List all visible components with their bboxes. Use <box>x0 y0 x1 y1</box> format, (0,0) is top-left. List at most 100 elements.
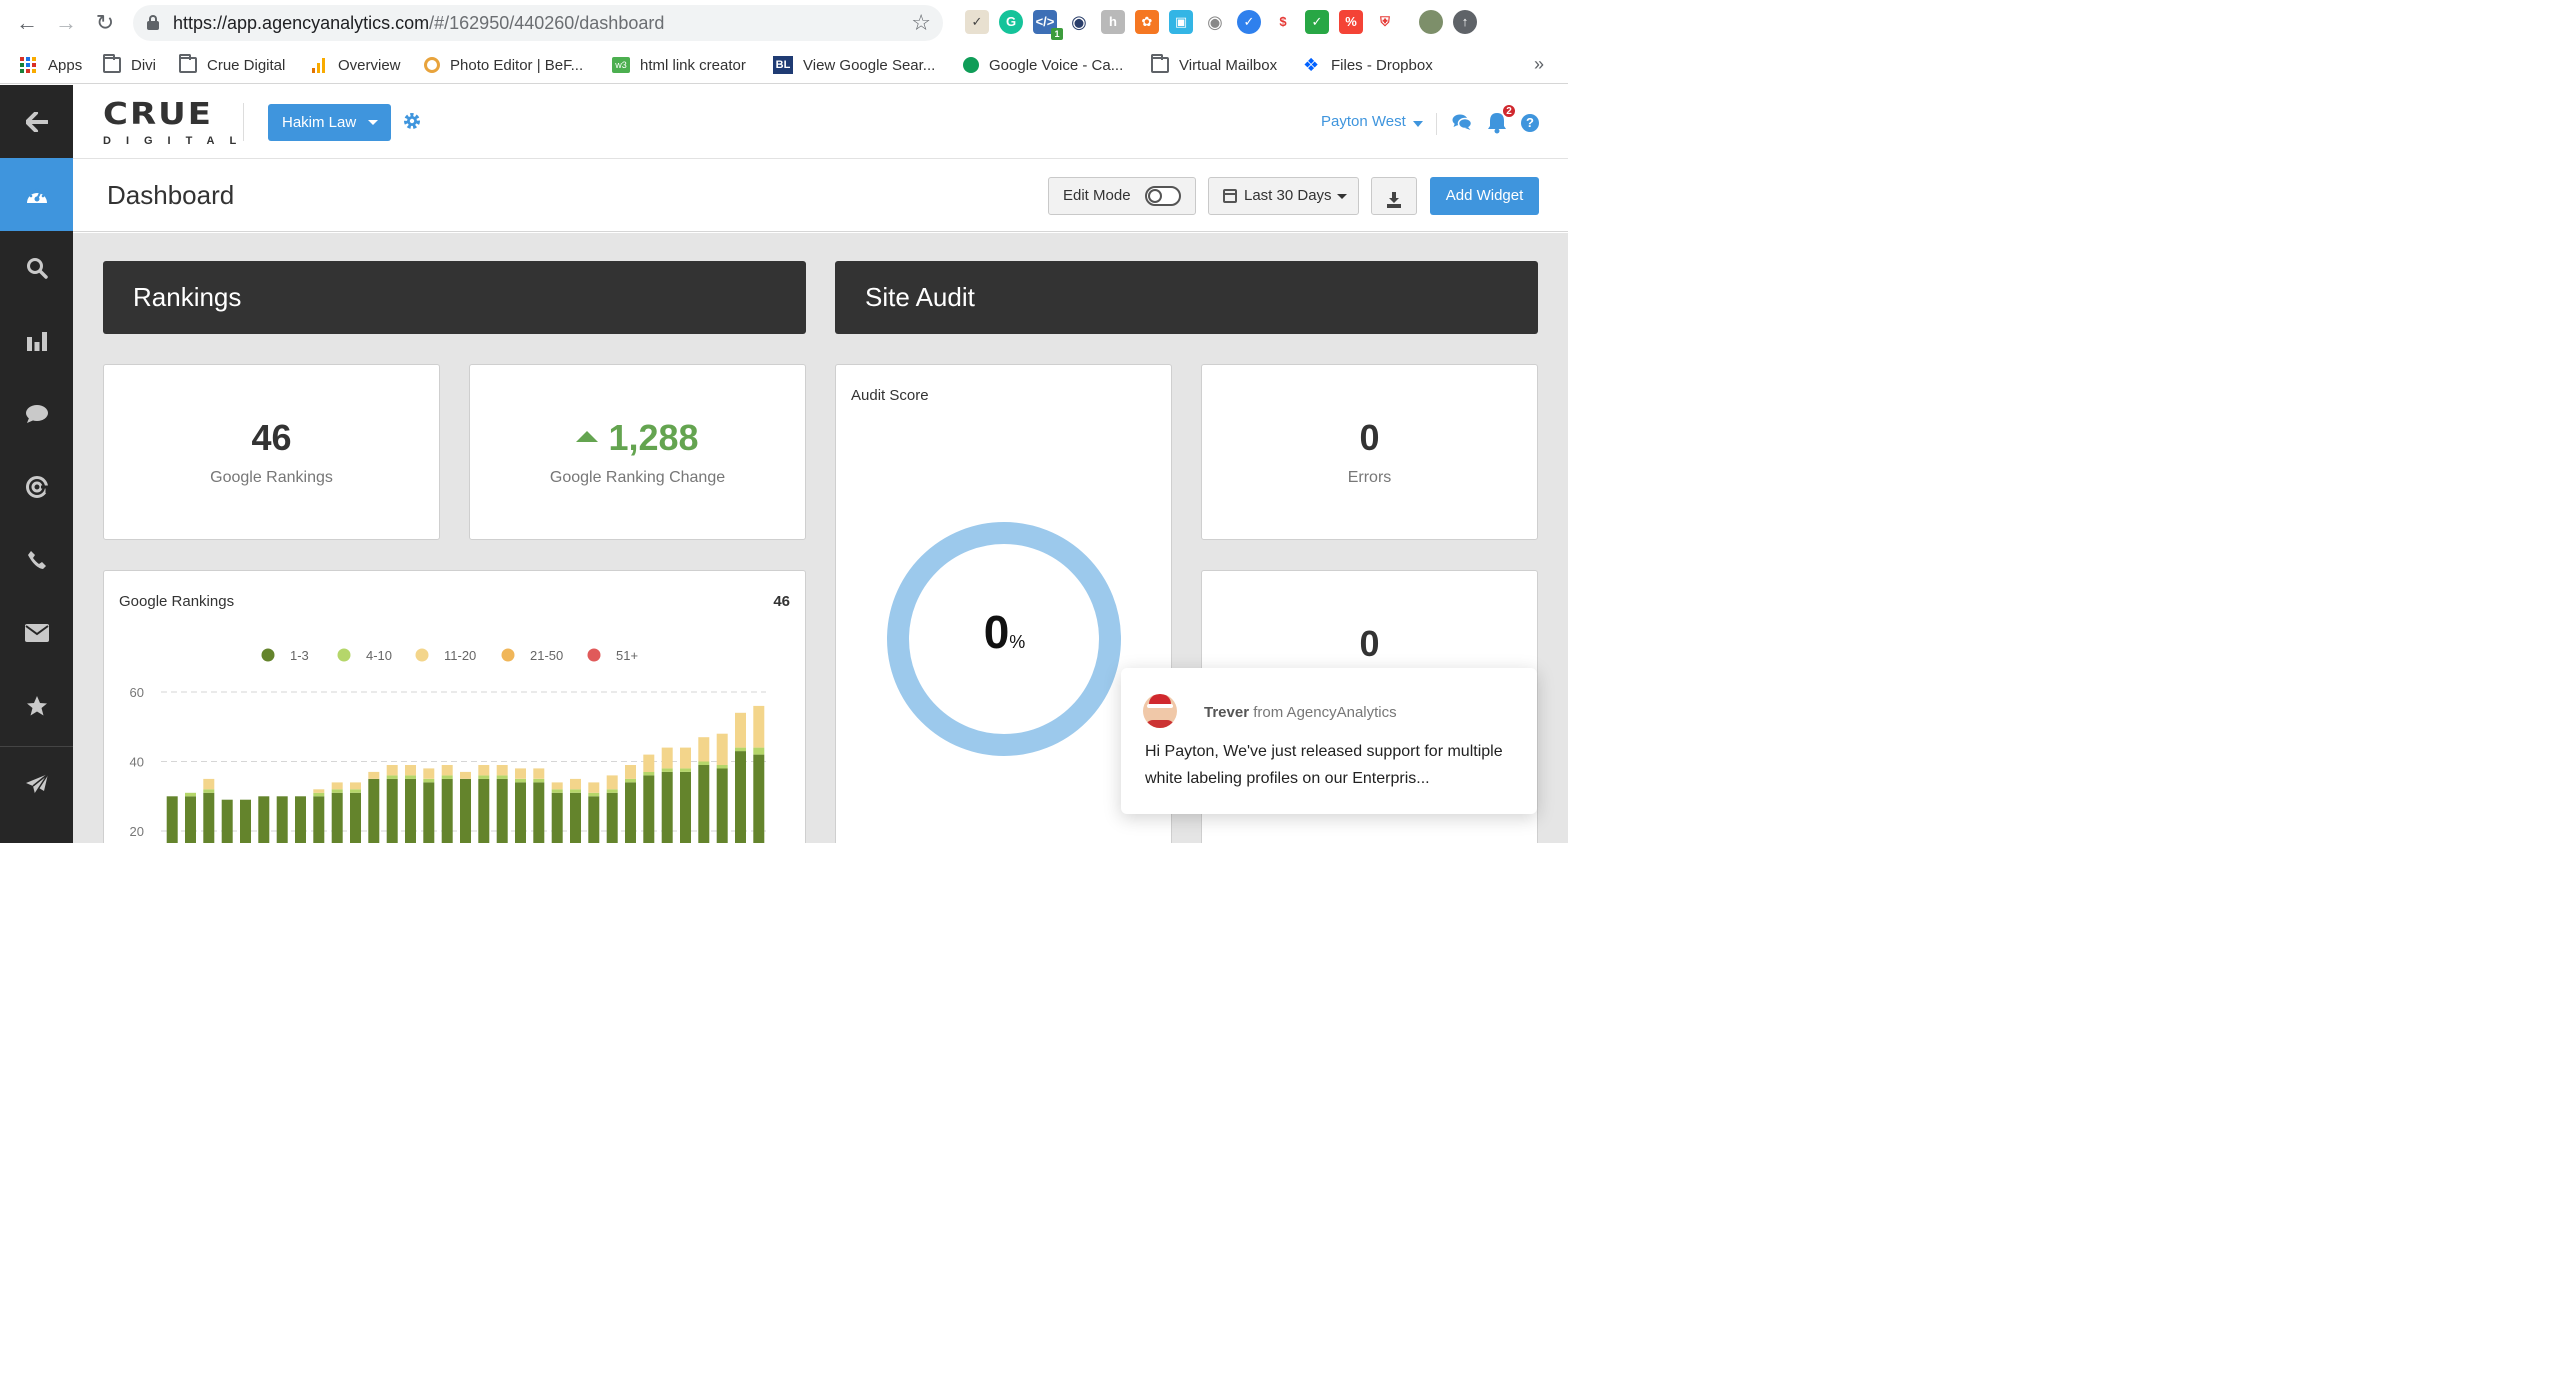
bookmark-apps[interactable]: Apps <box>20 54 82 76</box>
star-icon[interactable] <box>0 669 73 742</box>
bar-segment[interactable] <box>643 775 655 843</box>
dashboard-gauge-icon[interactable] <box>0 158 73 231</box>
bar-segment[interactable] <box>203 789 215 793</box>
at-target-icon[interactable] <box>0 450 73 523</box>
bar-segment[interactable] <box>350 792 361 843</box>
bookmark-google-voice[interactable]: Google Voice - Ca... <box>963 54 1123 76</box>
legend-label[interactable]: 4-10 <box>366 648 392 663</box>
eye-extension-icon[interactable]: ◉ <box>1067 10 1091 34</box>
reload-icon[interactable]: ↻ <box>92 10 118 36</box>
forward-icon[interactable]: → <box>53 10 79 36</box>
bar-segment[interactable] <box>185 796 196 843</box>
bookmark-divi[interactable]: Divi <box>103 54 156 76</box>
search-icon[interactable] <box>0 231 73 304</box>
checkbox-extension-icon[interactable]: ✓ <box>1305 10 1329 34</box>
bar-segment[interactable] <box>588 792 600 797</box>
bar-segment[interactable] <box>698 765 710 843</box>
bar-segment[interactable] <box>496 775 508 779</box>
bar-segment[interactable] <box>625 778 636 783</box>
bar-segment[interactable] <box>350 782 361 790</box>
envelope-icon[interactable] <box>0 596 73 669</box>
bar-segment[interactable] <box>570 792 581 843</box>
bar-segment[interactable] <box>716 733 728 765</box>
bar-segment[interactable] <box>240 799 251 843</box>
bar-segment[interactable] <box>295 796 306 843</box>
bar-segment[interactable] <box>515 782 526 843</box>
bar-segment[interactable] <box>496 765 508 776</box>
bookmark-star-icon[interactable]: ☆ <box>911 10 931 36</box>
add-widget-button[interactable]: Add Widget <box>1430 177 1539 215</box>
bar-segment[interactable] <box>368 771 380 779</box>
shield-extension-icon[interactable]: ⛨ <box>1373 10 1397 34</box>
bar-segment[interactable] <box>643 771 655 776</box>
bar-segment[interactable] <box>753 747 765 755</box>
crue-digital-logo[interactable]: CRUE DIGITAL <box>103 99 236 147</box>
bar-segment[interactable] <box>735 747 746 752</box>
legend-label[interactable]: 21-50 <box>530 648 563 663</box>
bar-segment[interactable] <box>753 705 765 748</box>
toggle-switch[interactable] <box>1145 186 1181 206</box>
bar-segment[interactable] <box>460 771 471 779</box>
bar-segment[interactable] <box>405 775 416 779</box>
bookmark-dropbox[interactable]: ❖ Files - Dropbox <box>1303 54 1433 76</box>
eyedropper-extension-icon[interactable]: ✓ <box>965 10 989 34</box>
bar-segment[interactable] <box>551 792 563 843</box>
bar-segment[interactable] <box>386 765 398 776</box>
caret-down-icon[interactable] <box>1413 121 1423 127</box>
legend-label[interactable]: 1-3 <box>290 648 309 663</box>
help-icon[interactable]: ? <box>1521 114 1539 132</box>
bar-segment[interactable] <box>515 778 526 783</box>
bar-segment[interactable] <box>661 771 673 843</box>
bar-segment[interactable] <box>735 751 746 843</box>
bar-segment[interactable] <box>533 768 545 779</box>
bar-segment[interactable] <box>661 747 673 769</box>
bar-segment[interactable] <box>533 782 545 843</box>
bar-segment[interactable] <box>625 765 636 779</box>
hotjar-extension-icon[interactable]: h <box>1101 10 1125 34</box>
bar-segment[interactable] <box>716 768 728 843</box>
google-rankings-widget[interactable]: 46 Google Rankings <box>103 364 440 540</box>
bar-segment[interactable] <box>313 792 325 797</box>
bar-segment[interactable] <box>441 765 453 776</box>
bar-segment[interactable] <box>368 778 380 843</box>
comment-icon[interactable] <box>0 377 73 450</box>
bar-segment[interactable] <box>441 775 453 779</box>
bar-segment[interactable] <box>570 778 581 790</box>
bar-segment[interactable] <box>625 782 636 843</box>
bar-segment[interactable] <box>313 789 325 793</box>
bar-segment[interactable] <box>405 765 416 776</box>
camera-extension-icon[interactable]: ◉ <box>1203 10 1227 34</box>
bar-segment[interactable] <box>661 768 673 772</box>
back-arrow-icon[interactable] <box>0 85 73 158</box>
bar-segment[interactable] <box>570 789 581 793</box>
back-icon[interactable]: ← <box>14 10 40 36</box>
check-extension-icon[interactable]: ✓ <box>1237 10 1261 34</box>
bar-segment[interactable] <box>203 778 215 790</box>
bar-segment[interactable] <box>606 792 618 843</box>
date-range-button[interactable]: Last 30 Days <box>1208 177 1359 215</box>
bar-segment[interactable] <box>478 778 490 843</box>
bar-segment[interactable] <box>313 796 325 843</box>
bar-chart-icon[interactable] <box>0 304 73 377</box>
google-rankings-chart-widget[interactable]: Google Rankings 46 1-3 4-10 11-20 21-50 51+ 2… <box>103 570 806 843</box>
legend-label[interactable]: 11-20 <box>444 648 476 663</box>
ranking-change-widget[interactable]: 1,288 Google Ranking Change <box>469 364 806 540</box>
hubspot-extension-icon[interactable]: ✿ <box>1135 10 1159 34</box>
phone-icon[interactable] <box>0 523 73 596</box>
bar-segment[interactable] <box>588 796 600 843</box>
bar-segment[interactable] <box>185 792 196 797</box>
profile-avatar[interactable] <box>1419 10 1443 34</box>
user-menu[interactable]: Payton West <box>1321 113 1406 130</box>
bar-segment[interactable] <box>331 792 343 843</box>
bar-segment[interactable] <box>551 782 563 790</box>
code-extension-icon[interactable]: </> 1 <box>1033 10 1063 40</box>
more-bookmarks-icon[interactable]: » <box>1534 54 1544 75</box>
bar-segment[interactable] <box>680 747 691 769</box>
bar-segment[interactable] <box>496 778 508 843</box>
screenshot-extension-icon[interactable]: ▣ <box>1169 10 1193 34</box>
bookmark-crue-digital[interactable]: Crue Digital <box>179 54 285 76</box>
bar-segment[interactable] <box>423 782 435 843</box>
bar-segment[interactable] <box>478 765 490 776</box>
bar-segment[interactable] <box>166 796 178 843</box>
bookmark-photo-editor[interactable]: Photo Editor | BeF... <box>424 54 583 76</box>
